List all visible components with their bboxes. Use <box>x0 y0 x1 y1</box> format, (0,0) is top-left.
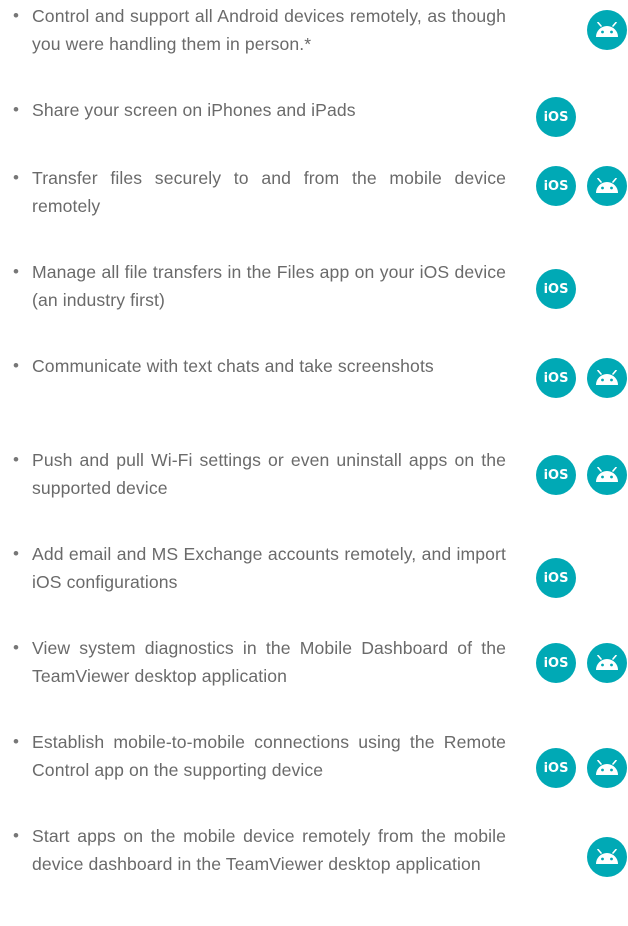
bullet-icon: • <box>13 450 19 469</box>
android-robot-icon <box>587 643 627 683</box>
feature-text: Transfer files securely to and from the … <box>32 168 506 216</box>
ios-badge-icon: iOS <box>536 358 576 398</box>
bullet-icon: • <box>13 544 19 563</box>
ios-label: iOS <box>543 109 569 125</box>
feature-text: Start apps on the mobile device remotely… <box>32 826 506 874</box>
ios-label: iOS <box>543 281 569 297</box>
feature-item: • Establish mobile-to-mobile connections … <box>0 728 628 818</box>
feature-text: Establish mobile-to-mobile connections u… <box>32 732 506 780</box>
ios-label: iOS <box>543 467 569 483</box>
feature-text: Manage all file transfers in the Files a… <box>32 262 506 310</box>
ios-badge-icon: iOS <box>536 748 576 788</box>
feature-item: • Add email and MS Exchange accounts remo… <box>0 540 628 630</box>
feature-item: • View system diagnostics in the Mobile D… <box>0 634 628 724</box>
ios-badge-icon: iOS <box>536 166 576 206</box>
android-robot-icon <box>587 837 627 877</box>
bullet-icon: • <box>13 732 19 751</box>
feature-item: • Push and pull Wi-Fi settings or even un… <box>0 446 628 536</box>
feature-item: • Control and support all Android devices… <box>0 2 628 92</box>
android-robot-icon <box>587 748 627 788</box>
feature-text: Push and pull Wi-Fi settings or even uni… <box>32 450 506 498</box>
android-robot-icon <box>587 166 627 206</box>
ios-label: iOS <box>543 178 569 194</box>
feature-text: Communicate with text chats and take scr… <box>32 356 434 376</box>
feature-item: • Communicate with text chats and take sc… <box>0 352 628 442</box>
bullet-icon: • <box>13 262 19 281</box>
feature-item: • Start apps on the mobile device remotel… <box>0 822 628 912</box>
feature-item: • Transfer files securely to and from the… <box>0 164 628 254</box>
ios-badge-icon: iOS <box>536 455 576 495</box>
feature-text: Control and support all Android devices … <box>32 6 506 54</box>
android-robot-icon <box>587 358 627 398</box>
ios-label: iOS <box>543 370 569 386</box>
feature-item: • Manage all file transfers in the Files … <box>0 258 628 348</box>
ios-label: iOS <box>543 760 569 776</box>
android-robot-icon <box>587 455 627 495</box>
bullet-icon: • <box>13 826 19 845</box>
ios-badge-icon: iOS <box>536 643 576 683</box>
android-robot-icon <box>587 10 627 50</box>
ios-badge-icon: iOS <box>536 558 576 598</box>
bullet-icon: • <box>13 638 19 657</box>
feature-text: Share your screen on iPhones and iPads <box>32 100 356 120</box>
feature-text: View system diagnostics in the Mobile Da… <box>32 638 506 686</box>
bullet-icon: • <box>13 100 19 119</box>
feature-text: Add email and MS Exchange accounts remot… <box>32 544 506 592</box>
ios-label: iOS <box>543 570 569 586</box>
ios-badge-icon: iOS <box>536 97 576 137</box>
bullet-icon: • <box>13 356 19 375</box>
ios-badge-icon: iOS <box>536 269 576 309</box>
bullet-icon: • <box>13 6 19 25</box>
ios-label: iOS <box>543 655 569 671</box>
bullet-icon: • <box>13 168 19 187</box>
